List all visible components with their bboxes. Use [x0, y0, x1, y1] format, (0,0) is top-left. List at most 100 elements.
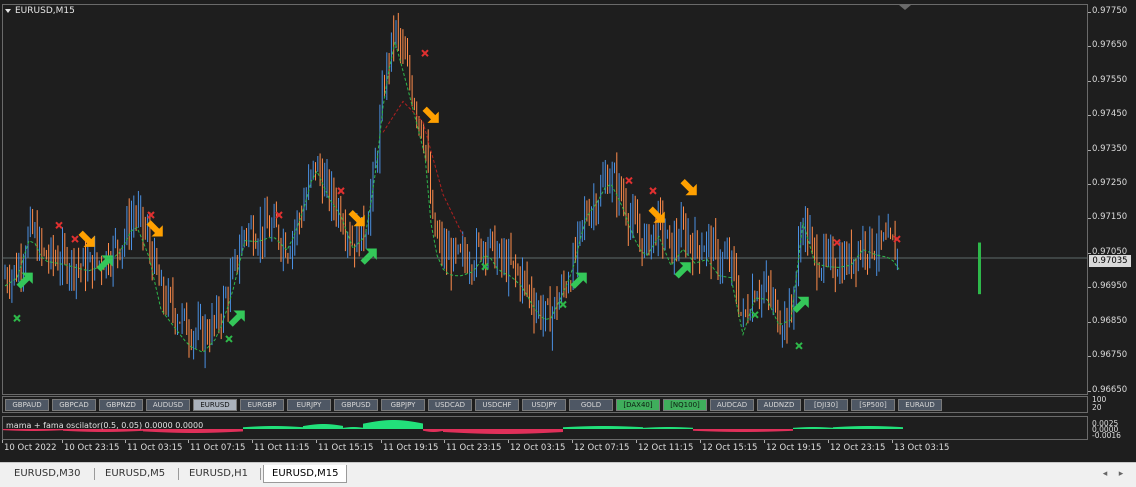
osc-bar [773, 429, 774, 432]
osc-bar [486, 429, 487, 434]
symbol-button-nq100[interactable]: [NQ100] [663, 399, 707, 411]
osc-bar [338, 425, 339, 429]
symbol-button-audusd[interactable]: AUDUSD [146, 399, 190, 411]
price-axis-label: 0.96850 [1092, 315, 1128, 326]
time-axis-tick [381, 440, 382, 443]
osc-bar [518, 429, 519, 434]
symbol-button-dji30[interactable]: [DJI30] [804, 399, 848, 411]
osc-bar [527, 429, 528, 434]
osc-bar [867, 426, 868, 429]
osc-bar [824, 427, 825, 429]
tab-eurusd-m30[interactable]: EURUSD,M30 [6, 465, 88, 483]
osc-bar [836, 427, 837, 429]
chart-title[interactable]: EURUSD,M15 [5, 6, 75, 16]
tab-scroll-right-icon[interactable]: ▸ [1114, 466, 1128, 482]
osc-bar [419, 422, 420, 429]
symbol-button-eurgbp[interactable]: EURGBP [240, 399, 284, 411]
osc-bar [822, 427, 823, 429]
tab-separator [94, 468, 95, 480]
osc-bar [308, 425, 309, 429]
osc-bar [324, 424, 325, 429]
osc-bar [807, 427, 808, 429]
osc-bar [268, 426, 269, 429]
osc-bar [398, 420, 399, 429]
osc-bar [463, 429, 464, 433]
osc-bar [659, 427, 660, 429]
price-axis-label: 0.97450 [1092, 109, 1128, 120]
tab-eurusd-m15[interactable]: EURUSD,M15 [263, 465, 348, 483]
price-axis-label: 0.96950 [1092, 281, 1128, 292]
osc-bar [696, 429, 697, 431]
symbol-button-gbpusd[interactable]: GBPUSD [334, 399, 378, 411]
osc-bar [262, 426, 263, 429]
price-axis[interactable]: 0.97750 0.97650 0.97550 0.97450 0.97350 0.972… [1088, 4, 1136, 395]
symbol-button-gbpcad[interactable]: GBPCAD [52, 399, 96, 411]
price-chart-area[interactable] [2, 4, 1088, 395]
osc-bar [328, 424, 329, 429]
osc-bar [897, 426, 898, 429]
osc-bar [415, 422, 416, 429]
symbol-button-audnzd[interactable]: AUDNZD [757, 399, 801, 411]
symbol-button-usdchf[interactable]: USDCHF [475, 399, 519, 411]
symbol-button-euraud[interactable]: EURAUD [898, 399, 942, 411]
osc-bar [212, 429, 213, 433]
chart-menu-triangle-icon[interactable] [5, 9, 11, 13]
osc-bar [523, 429, 524, 434]
symbol-button-gbpaud[interactable]: GBPAUD [5, 399, 49, 411]
osc-bar [417, 422, 418, 429]
candlestick-chart[interactable] [3, 5, 1087, 394]
osc-bar [819, 427, 820, 429]
osc-bar [583, 426, 584, 429]
osc-bar [537, 429, 538, 434]
osc-bar [573, 426, 574, 429]
osc-bar [586, 426, 587, 429]
symbol-button-gbpjpy[interactable]: GBPJPY [381, 399, 425, 411]
osc-bar [631, 426, 632, 429]
symbol-button-sp500[interactable]: [SP500] [851, 399, 895, 411]
time-axis-label: 11 Oct 03:15 [127, 443, 183, 453]
osc-bar [813, 427, 814, 429]
tab-eurusd-m5[interactable]: EURUSD,M5 [97, 465, 173, 483]
osc-bar [440, 429, 441, 432]
osc-bar [534, 429, 535, 434]
osc-bar [368, 422, 369, 429]
symbol-button-eurusd[interactable]: EURUSD [193, 399, 237, 411]
osc-bar [442, 429, 443, 431]
osc-bar [632, 426, 633, 429]
osc-bar [594, 426, 595, 429]
symbol-button-audcad[interactable]: AUDCAD [710, 399, 754, 411]
osc-bar [509, 429, 510, 434]
symbol-button-usdcad[interactable]: USDCAD [428, 399, 472, 411]
chart-shift-marker-icon[interactable] [899, 5, 911, 10]
osc-bar [801, 427, 802, 429]
osc-bar [622, 426, 623, 429]
osc-bar [514, 429, 515, 434]
osc-bar [471, 429, 472, 434]
tab-eurusd-h1[interactable]: EURUSD,H1 [181, 465, 256, 483]
symbol-button-gbpnzd[interactable]: GBPNZD [99, 399, 143, 411]
osc-bar [478, 429, 479, 434]
osc-bar [814, 427, 815, 429]
symbol-button-gold[interactable]: GOLD [569, 399, 613, 411]
osc-bar [689, 427, 690, 429]
symbol-button-usdjpy[interactable]: USDJPY [522, 399, 566, 411]
osc-bar [770, 429, 771, 432]
osc-bar [447, 429, 448, 433]
osc-bar [891, 426, 892, 429]
osc-bar [664, 427, 665, 429]
osc-bar [829, 427, 830, 429]
tab-scroll-left-icon[interactable]: ◂ [1098, 466, 1112, 482]
osc-bar [547, 429, 548, 433]
osc-bar [796, 427, 797, 429]
symbol-button-eurjpy[interactable]: EURJPY [287, 399, 331, 411]
osc-bar [872, 426, 873, 429]
price-axis-label: 0.97350 [1092, 143, 1128, 154]
osc-bar [483, 429, 484, 434]
osc-bar [544, 429, 545, 433]
osc-bar [480, 429, 481, 434]
symbol-button-dax40[interactable]: [DAX40] [616, 399, 660, 411]
time-axis-label: 12 Oct 19:15 [766, 443, 822, 453]
osc-bar [628, 426, 629, 429]
osc-bar [453, 429, 454, 433]
osc-bar [404, 420, 405, 429]
